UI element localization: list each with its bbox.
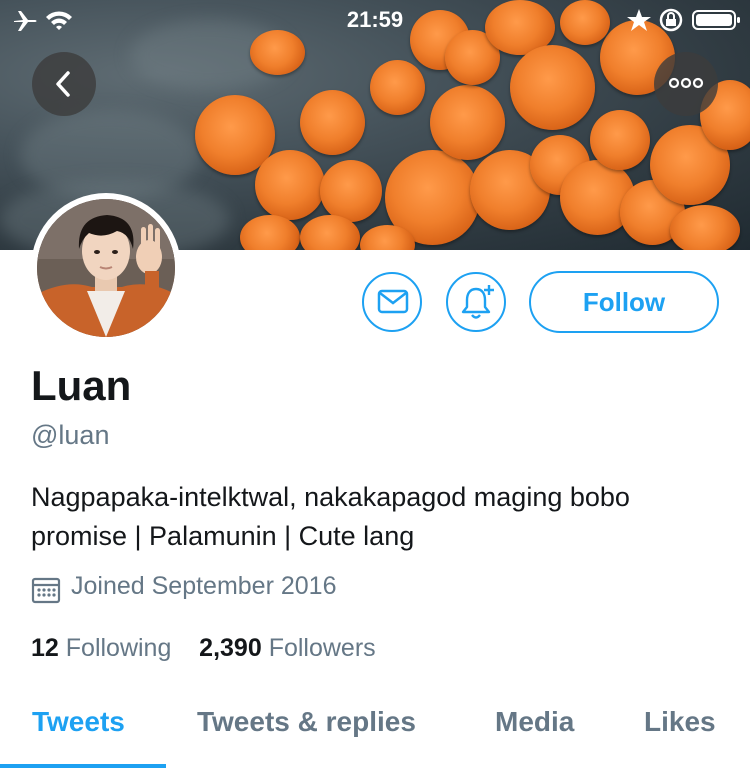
followers-label: Followers — [268, 634, 376, 662]
tab-tweets-replies[interactable]: Tweets & replies — [197, 706, 416, 738]
mail-icon — [377, 289, 409, 320]
profile-handle: @luan — [31, 420, 110, 450]
tab-tweets[interactable]: Tweets — [32, 706, 125, 738]
following-link[interactable]: 12 Following — [31, 634, 178, 662]
battery-icon — [692, 8, 742, 37]
joined-text: Joined September 2016 — [71, 572, 337, 600]
star-icon — [626, 8, 652, 37]
notifications-button[interactable] — [446, 272, 506, 332]
back-button[interactable] — [32, 52, 96, 116]
more-icon — [668, 76, 704, 95]
status-bar: 21:59 — [0, 0, 750, 40]
bell-plus-icon — [460, 283, 496, 326]
profile-tabs: Tweets Tweets & replies Media Likes — [0, 690, 750, 768]
followers-count: 2,390 — [199, 634, 262, 662]
active-tab-indicator — [0, 764, 166, 768]
calendar-icon — [31, 576, 61, 611]
follow-stats: 12 Following 2,390 Followers — [31, 634, 376, 663]
following-count: 12 — [31, 634, 59, 662]
followers-link[interactable]: 2,390 Followers — [199, 634, 376, 662]
profile-bio: Nagpapaka-intelktwal, nakakapagod maging… — [31, 482, 630, 551]
tab-likes[interactable]: Likes — [644, 706, 716, 738]
orientation-lock-icon — [658, 8, 684, 37]
back-arrow-icon — [52, 70, 76, 103]
message-button[interactable] — [362, 272, 422, 332]
follow-button[interactable]: Follow — [529, 271, 719, 333]
tab-media[interactable]: Media — [495, 706, 574, 738]
following-label: Following — [65, 634, 172, 662]
more-options-button[interactable] — [654, 52, 718, 116]
profile-avatar[interactable] — [31, 193, 181, 343]
profile-name: Luan — [31, 362, 132, 409]
